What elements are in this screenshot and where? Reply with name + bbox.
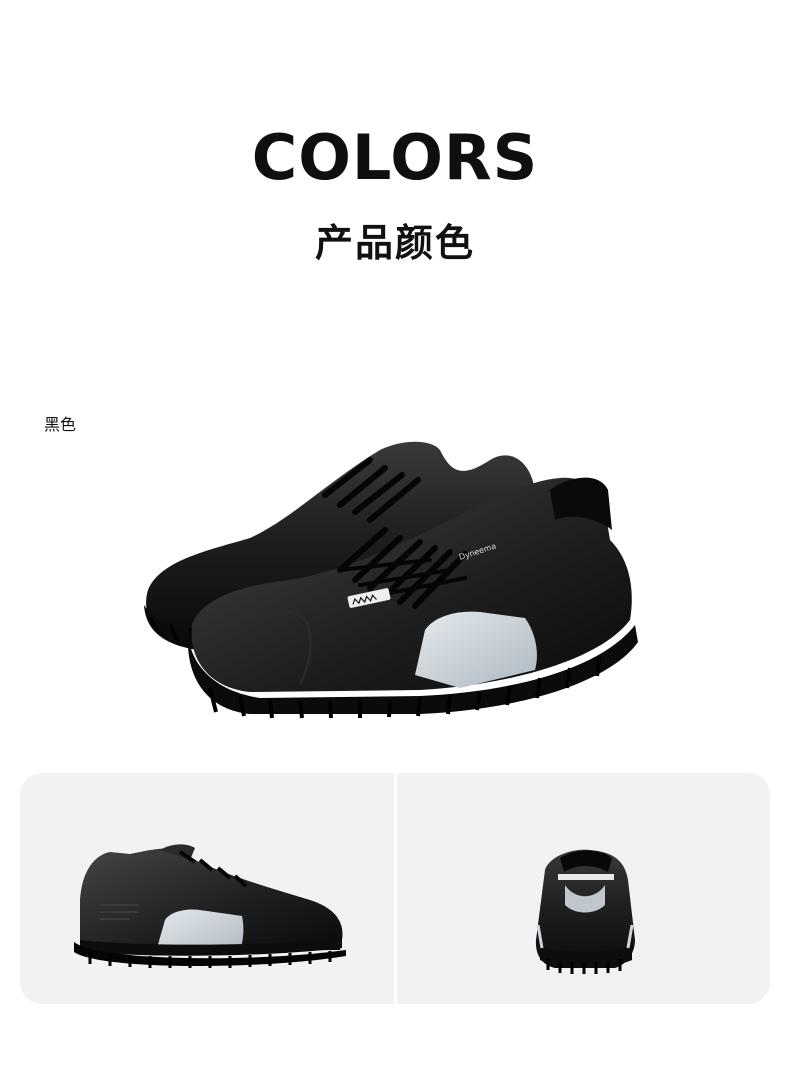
shoe-pair-image: Dyneema [144,441,638,719]
shoe-back-view-image [535,849,635,974]
shoe-side-view-image [74,844,346,968]
color-variant-label: 黑色 [44,415,77,434]
page-subtitle: 产品颜色 [314,221,475,265]
gallery-divider [394,773,397,1004]
page-title: COLORS [251,121,539,194]
